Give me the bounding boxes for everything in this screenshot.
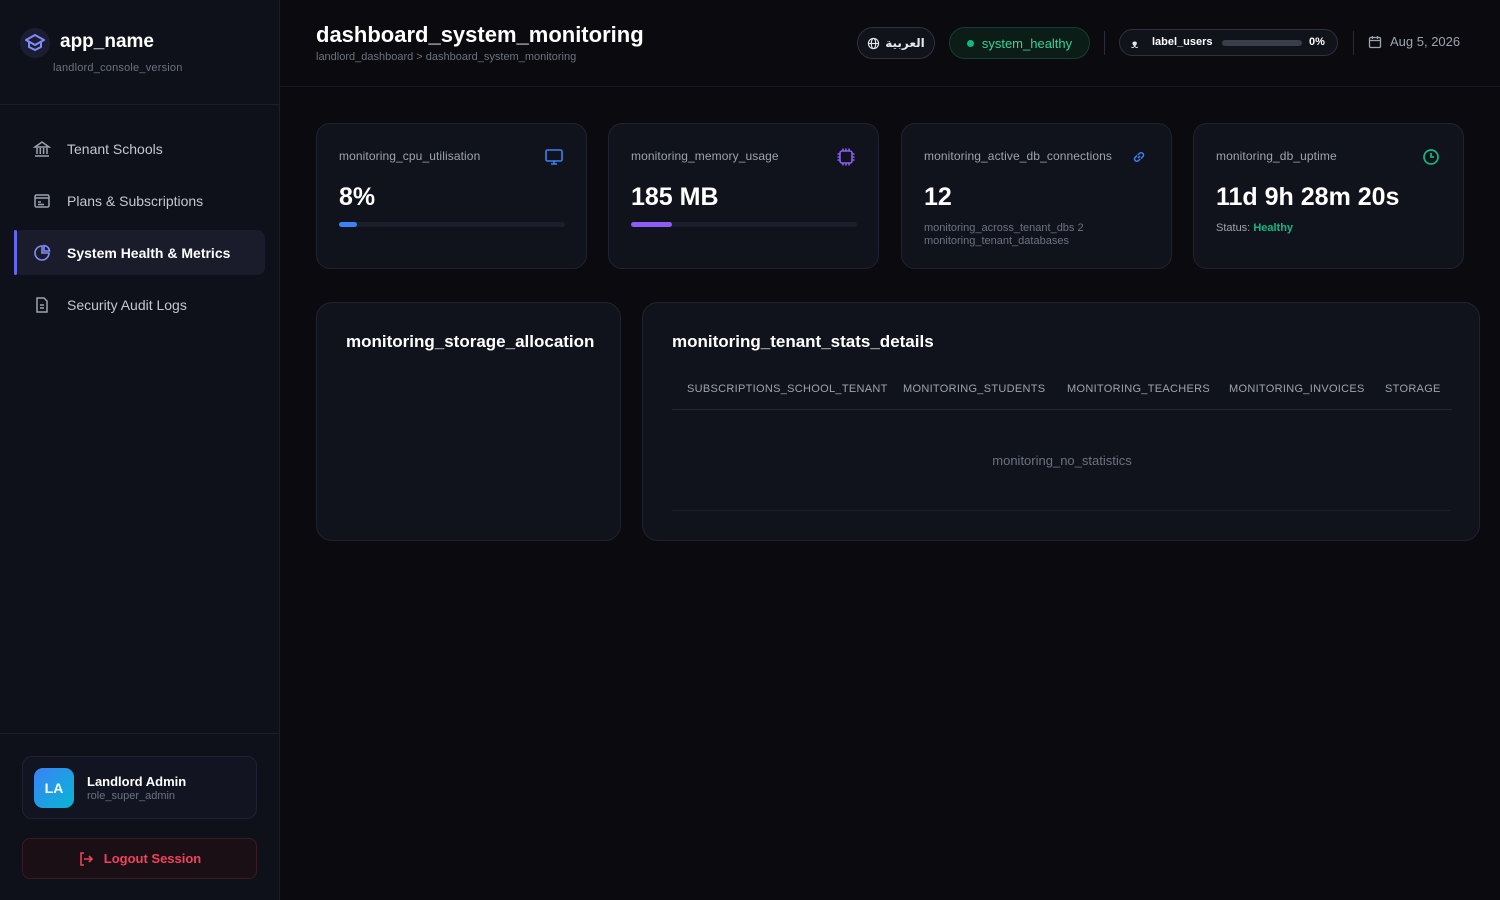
- page-title: dashboard_system_monitoring: [316, 22, 644, 47]
- link-icon: [1129, 147, 1149, 167]
- column-header[interactable]: STORAGE: [1370, 383, 1450, 409]
- cpu-card: monitoring_cpu_utilisation 8%: [316, 123, 587, 269]
- storage-panel-title: monitoring_storage_allocation: [346, 332, 595, 351]
- user-card[interactable]: LA Landlord Admin role_super_admin: [22, 756, 257, 819]
- db-status: Status: Healthy: [1216, 222, 1293, 234]
- sidebar-item-system-health[interactable]: System Health & Metrics: [14, 230, 265, 275]
- header-divider: [1104, 31, 1105, 55]
- cpu-progress-track: [339, 222, 565, 227]
- tenant-panel-title: monitoring_tenant_stats_details: [672, 332, 934, 351]
- avatar: LA: [34, 768, 74, 808]
- app-name: app_name: [60, 31, 154, 52]
- breadcrumb: landlord_dashboard > dashboard_system_mo…: [316, 51, 577, 63]
- status-prefix: Status:: [1216, 222, 1251, 234]
- storage-allocation-panel: monitoring_storage_allocation: [316, 302, 621, 541]
- memory-card: monitoring_memory_usage 185 MB: [608, 123, 879, 269]
- pie-chart-icon: [32, 243, 52, 263]
- status-dot: [966, 39, 974, 47]
- clock-icon: [1421, 147, 1441, 167]
- logout-label: Logout Session: [103, 851, 202, 866]
- user-name: Landlord Admin: [87, 774, 187, 789]
- sidebar-item-label: Security Audit Logs: [67, 296, 187, 313]
- db-uptime-card: monitoring_db_uptime 11d 9h 28m 20s Stat…: [1193, 123, 1464, 269]
- tenant-databases-sub: monitoring_tenant_databases: [924, 235, 1069, 247]
- db-connections-sub: monitoring_across_tenant_dbs 2: [924, 222, 1084, 234]
- bank-icon: [32, 139, 52, 159]
- sidebar-item-tenant-schools[interactable]: Tenant Schools: [14, 126, 265, 171]
- language-label: العربية: [885, 36, 925, 50]
- column-header[interactable]: SUBSCRIPTIONS_SCHOOL_TENANT: [672, 383, 888, 409]
- tenant-stats-panel: monitoring_tenant_stats_details SUBSCRIP…: [642, 302, 1480, 541]
- user-role: role_super_admin: [87, 790, 176, 802]
- users-percent: 0%: [1309, 36, 1325, 48]
- sidebar-nav: Tenant Schools Plans & Subscriptions Sys…: [14, 126, 265, 334]
- header-divider: [1353, 31, 1354, 55]
- db-connections-card: monitoring_active_db_connections 12 moni…: [901, 123, 1172, 269]
- cpu-progress-fill: [339, 222, 358, 227]
- language-toggle-button[interactable]: العربية: [857, 27, 935, 59]
- calendar-icon: [1368, 35, 1382, 48]
- db-connections-label: monitoring_active_db_connections: [924, 149, 1112, 163]
- table-header: SUBSCRIPTIONS_SCHOOL_TENANT MONITORING_S…: [672, 383, 1452, 410]
- table-divider: [672, 510, 1450, 511]
- top-header: dashboard_system_monitoring landlord_das…: [280, 0, 1500, 87]
- users-label: label_users: [1152, 36, 1213, 48]
- column-header[interactable]: MONITORING_TEACHERS: [1052, 383, 1214, 409]
- cpu-label: monitoring_cpu_utilisation: [339, 149, 481, 163]
- status-value: Healthy: [1253, 222, 1294, 234]
- document-icon: [32, 295, 52, 315]
- users-progress-track: [1222, 40, 1302, 46]
- monitor-icon: [544, 147, 564, 167]
- memory-progress-fill: [631, 222, 672, 227]
- logout-icon: [79, 851, 93, 866]
- current-date: Aug 5, 2026: [1368, 34, 1460, 49]
- graduation-cap-icon: [20, 28, 50, 58]
- cpu-value: 8%: [339, 183, 376, 211]
- logout-button[interactable]: Logout Session: [22, 838, 257, 879]
- db-uptime-value: 11d 9h 28m 20s: [1216, 183, 1400, 211]
- sidebar-item-audit-logs[interactable]: Security Audit Logs: [14, 282, 265, 327]
- column-header[interactable]: MONITORING_STUDENTS: [888, 383, 1052, 409]
- system-health-badge: system_healthy: [949, 27, 1090, 59]
- brand: app_name landlord_console_version: [0, 0, 279, 105]
- app-version: landlord_console_version: [53, 62, 183, 74]
- sidebar-item-label: Plans & Subscriptions: [67, 192, 204, 209]
- memory-progress-track: [631, 222, 857, 227]
- memory-label: monitoring_memory_usage: [631, 149, 779, 163]
- sidebar: app_name landlord_console_version Tenant…: [0, 0, 280, 900]
- memory-value: 185 MB: [631, 183, 719, 211]
- db-connections-value: 12: [924, 183, 952, 211]
- empty-state-text: monitoring_no_statistics: [992, 453, 1132, 468]
- sidebar-item-label: Tenant Schools: [67, 140, 163, 157]
- sidebar-item-label: System Health & Metrics: [67, 244, 231, 261]
- users-icon: ᴥ: [1131, 37, 1139, 51]
- card-icon: [32, 191, 52, 211]
- db-uptime-label: monitoring_db_uptime: [1216, 149, 1337, 163]
- users-usage-pill: ᴥ label_users 0%: [1119, 29, 1338, 56]
- column-header[interactable]: MONITORING_INVOICES: [1214, 383, 1370, 409]
- globe-icon: [868, 37, 880, 49]
- date-text: Aug 5, 2026: [1390, 34, 1461, 49]
- sidebar-item-plans[interactable]: Plans & Subscriptions: [14, 178, 265, 223]
- chip-icon: [836, 147, 856, 167]
- health-label: system_healthy: [981, 35, 1073, 51]
- sidebar-footer: LA Landlord Admin role_super_admin Logou…: [0, 733, 280, 900]
